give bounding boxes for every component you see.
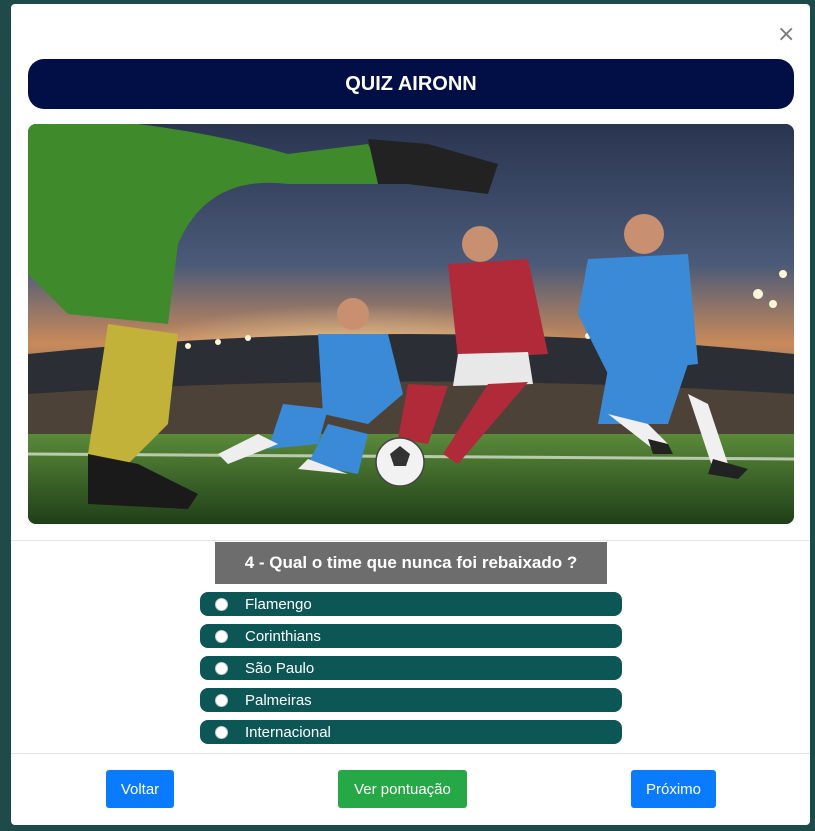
option-flamengo[interactable]: Flamengo — [200, 592, 622, 616]
radio-icon[interactable] — [215, 693, 228, 707]
option-corinthians[interactable]: Corinthians — [200, 624, 622, 648]
footer-divider — [11, 753, 810, 754]
option-sao-paulo[interactable]: São Paulo — [200, 656, 622, 680]
radio-icon[interactable] — [215, 725, 228, 739]
option-label: Internacional — [245, 723, 331, 741]
option-label: São Paulo — [245, 659, 315, 677]
header-divider — [11, 540, 810, 541]
quiz-title: QUIZ AIRONN — [28, 59, 794, 109]
quiz-modal: × QUIZ AIRONN 4 - Qual o time que nunca … — [11, 4, 810, 825]
hero-image — [28, 124, 794, 524]
option-label: Flamengo — [245, 595, 312, 613]
option-palmeiras[interactable]: Palmeiras — [200, 688, 622, 712]
close-icon[interactable]: × — [777, 24, 795, 46]
back-button[interactable]: Voltar — [106, 770, 174, 808]
question-text: 4 - Qual o time que nunca foi rebaixado … — [215, 542, 607, 584]
radio-icon[interactable] — [215, 597, 228, 611]
radio-icon[interactable] — [215, 661, 228, 675]
next-button[interactable]: Próximo — [631, 770, 716, 808]
radio-icon[interactable] — [215, 629, 228, 643]
option-label: Palmeiras — [245, 691, 312, 709]
view-score-button[interactable]: Ver pontuação — [338, 770, 467, 808]
option-internacional[interactable]: Internacional — [200, 720, 622, 744]
option-label: Corinthians — [245, 627, 321, 645]
